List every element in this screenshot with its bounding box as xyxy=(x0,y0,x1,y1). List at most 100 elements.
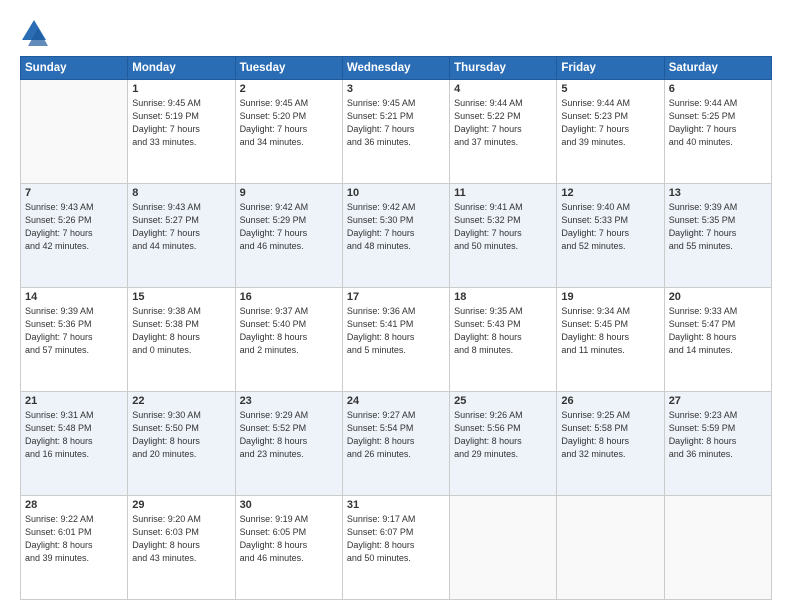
day-info: Sunrise: 9:20 AM Sunset: 6:03 PM Dayligh… xyxy=(132,513,230,565)
day-info: Sunrise: 9:45 AM Sunset: 5:20 PM Dayligh… xyxy=(240,97,338,149)
header-day-monday: Monday xyxy=(128,57,235,80)
day-number: 24 xyxy=(347,395,445,407)
header-day-tuesday: Tuesday xyxy=(235,57,342,80)
day-info: Sunrise: 9:22 AM Sunset: 6:01 PM Dayligh… xyxy=(25,513,123,565)
day-number: 2 xyxy=(240,83,338,95)
calendar-cell: 2 Sunrise: 9:45 AM Sunset: 5:20 PM Daylig… xyxy=(235,80,342,184)
day-info: Sunrise: 9:42 AM Sunset: 5:29 PM Dayligh… xyxy=(240,201,338,253)
calendar-cell: 25 Sunrise: 9:26 AM Sunset: 5:56 PM Dayli… xyxy=(450,392,557,496)
day-number: 28 xyxy=(25,499,123,511)
header-day-sunday: Sunday xyxy=(21,57,128,80)
day-number: 15 xyxy=(132,291,230,303)
calendar-cell xyxy=(21,80,128,184)
day-number: 9 xyxy=(240,187,338,199)
week-row-3: 21 Sunrise: 9:31 AM Sunset: 5:48 PM Dayli… xyxy=(21,392,772,496)
day-info: Sunrise: 9:45 AM Sunset: 5:21 PM Dayligh… xyxy=(347,97,445,149)
day-info: Sunrise: 9:38 AM Sunset: 5:38 PM Dayligh… xyxy=(132,305,230,357)
day-number: 18 xyxy=(454,291,552,303)
calendar-cell: 8Sunrise: 9:43 AM Sunset: 5:27 PM Daylig… xyxy=(128,184,235,288)
day-number: 1 xyxy=(132,83,230,95)
day-info: Sunrise: 9:44 AM Sunset: 5:25 PM Dayligh… xyxy=(669,97,767,149)
calendar-cell: 24 Sunrise: 9:27 AM Sunset: 5:54 PM Dayli… xyxy=(342,392,449,496)
day-info: Sunrise: 9:39 AM Sunset: 5:36 PM Dayligh… xyxy=(25,305,123,357)
day-number: 10 xyxy=(347,187,445,199)
header xyxy=(20,18,772,46)
day-info: Sunrise: 9:44 AM Sunset: 5:22 PM Dayligh… xyxy=(454,97,552,149)
calendar-cell: 3 Sunrise: 9:45 AM Sunset: 5:21 PM Daylig… xyxy=(342,80,449,184)
calendar-cell: 5Sunrise: 9:44 AM Sunset: 5:23 PM Daylig… xyxy=(557,80,664,184)
day-number: 21 xyxy=(25,395,123,407)
day-number: 20 xyxy=(669,291,767,303)
day-number: 23 xyxy=(240,395,338,407)
day-info: Sunrise: 9:33 AM Sunset: 5:47 PM Dayligh… xyxy=(669,305,767,357)
header-day-friday: Friday xyxy=(557,57,664,80)
calendar-cell: 18 Sunrise: 9:35 AM Sunset: 5:43 PM Dayli… xyxy=(450,288,557,392)
day-info: Sunrise: 9:19 AM Sunset: 6:05 PM Dayligh… xyxy=(240,513,338,565)
calendar-cell: 15 Sunrise: 9:38 AM Sunset: 5:38 PM Dayli… xyxy=(128,288,235,392)
day-number: 22 xyxy=(132,395,230,407)
week-row-0: 1 Sunrise: 9:45 AM Sunset: 5:19 PM Daylig… xyxy=(21,80,772,184)
day-number: 5 xyxy=(561,83,659,95)
calendar-cell: 13 Sunrise: 9:39 AM Sunset: 5:35 PM Dayli… xyxy=(664,184,771,288)
week-row-2: 14Sunrise: 9:39 AM Sunset: 5:36 PM Dayli… xyxy=(21,288,772,392)
day-info: Sunrise: 9:41 AM Sunset: 5:32 PM Dayligh… xyxy=(454,201,552,253)
calendar-cell: 19 Sunrise: 9:34 AM Sunset: 5:45 PM Dayli… xyxy=(557,288,664,392)
page: SundayMondayTuesdayWednesdayThursdayFrid… xyxy=(0,0,792,612)
calendar-cell: 11Sunrise: 9:41 AM Sunset: 5:32 PM Dayli… xyxy=(450,184,557,288)
day-info: Sunrise: 9:45 AM Sunset: 5:19 PM Dayligh… xyxy=(132,97,230,149)
day-number: 4 xyxy=(454,83,552,95)
day-number: 6 xyxy=(669,83,767,95)
day-info: Sunrise: 9:31 AM Sunset: 5:48 PM Dayligh… xyxy=(25,409,123,461)
day-number: 30 xyxy=(240,499,338,511)
calendar-cell: 27 Sunrise: 9:23 AM Sunset: 5:59 PM Dayli… xyxy=(664,392,771,496)
week-row-1: 7Sunrise: 9:43 AM Sunset: 5:26 PM Daylig… xyxy=(21,184,772,288)
calendar-cell: 29Sunrise: 9:20 AM Sunset: 6:03 PM Dayli… xyxy=(128,496,235,600)
day-number: 19 xyxy=(561,291,659,303)
day-info: Sunrise: 9:37 AM Sunset: 5:40 PM Dayligh… xyxy=(240,305,338,357)
day-info: Sunrise: 9:23 AM Sunset: 5:59 PM Dayligh… xyxy=(669,409,767,461)
day-info: Sunrise: 9:43 AM Sunset: 5:26 PM Dayligh… xyxy=(25,201,123,253)
day-info: Sunrise: 9:34 AM Sunset: 5:45 PM Dayligh… xyxy=(561,305,659,357)
calendar-cell: 6 Sunrise: 9:44 AM Sunset: 5:25 PM Daylig… xyxy=(664,80,771,184)
calendar-cell: 4 Sunrise: 9:44 AM Sunset: 5:22 PM Daylig… xyxy=(450,80,557,184)
calendar-cell: 31 Sunrise: 9:17 AM Sunset: 6:07 PM Dayli… xyxy=(342,496,449,600)
calendar-cell xyxy=(664,496,771,600)
calendar-cell xyxy=(450,496,557,600)
week-row-4: 28 Sunrise: 9:22 AM Sunset: 6:01 PM Dayli… xyxy=(21,496,772,600)
day-number: 13 xyxy=(669,187,767,199)
day-number: 16 xyxy=(240,291,338,303)
day-info: Sunrise: 9:29 AM Sunset: 5:52 PM Dayligh… xyxy=(240,409,338,461)
calendar-cell: 12Sunrise: 9:40 AM Sunset: 5:33 PM Dayli… xyxy=(557,184,664,288)
calendar-cell: 23 Sunrise: 9:29 AM Sunset: 5:52 PM Dayli… xyxy=(235,392,342,496)
calendar-cell: 22 Sunrise: 9:30 AM Sunset: 5:50 PM Dayli… xyxy=(128,392,235,496)
day-number: 26 xyxy=(561,395,659,407)
day-info: Sunrise: 9:39 AM Sunset: 5:35 PM Dayligh… xyxy=(669,201,767,253)
header-row: SundayMondayTuesdayWednesdayThursdayFrid… xyxy=(21,57,772,80)
day-number: 25 xyxy=(454,395,552,407)
day-info: Sunrise: 9:27 AM Sunset: 5:54 PM Dayligh… xyxy=(347,409,445,461)
logo xyxy=(20,18,52,46)
day-number: 31 xyxy=(347,499,445,511)
header-day-thursday: Thursday xyxy=(450,57,557,80)
day-info: Sunrise: 9:43 AM Sunset: 5:27 PM Dayligh… xyxy=(132,201,230,253)
day-info: Sunrise: 9:40 AM Sunset: 5:33 PM Dayligh… xyxy=(561,201,659,253)
day-number: 27 xyxy=(669,395,767,407)
day-info: Sunrise: 9:35 AM Sunset: 5:43 PM Dayligh… xyxy=(454,305,552,357)
calendar-cell: 17Sunrise: 9:36 AM Sunset: 5:41 PM Dayli… xyxy=(342,288,449,392)
day-info: Sunrise: 9:25 AM Sunset: 5:58 PM Dayligh… xyxy=(561,409,659,461)
day-info: Sunrise: 9:17 AM Sunset: 6:07 PM Dayligh… xyxy=(347,513,445,565)
calendar-cell: 20 Sunrise: 9:33 AM Sunset: 5:47 PM Dayli… xyxy=(664,288,771,392)
calendar-cell: 7Sunrise: 9:43 AM Sunset: 5:26 PM Daylig… xyxy=(21,184,128,288)
calendar-cell: 26 Sunrise: 9:25 AM Sunset: 5:58 PM Dayli… xyxy=(557,392,664,496)
calendar-cell: 30 Sunrise: 9:19 AM Sunset: 6:05 PM Dayli… xyxy=(235,496,342,600)
calendar-cell xyxy=(557,496,664,600)
day-info: Sunrise: 9:26 AM Sunset: 5:56 PM Dayligh… xyxy=(454,409,552,461)
logo-icon xyxy=(20,18,48,46)
calendar-cell: 28 Sunrise: 9:22 AM Sunset: 6:01 PM Dayli… xyxy=(21,496,128,600)
day-info: Sunrise: 9:42 AM Sunset: 5:30 PM Dayligh… xyxy=(347,201,445,253)
calendar-table: SundayMondayTuesdayWednesdayThursdayFrid… xyxy=(20,56,772,600)
day-number: 17 xyxy=(347,291,445,303)
calendar-cell: 14Sunrise: 9:39 AM Sunset: 5:36 PM Dayli… xyxy=(21,288,128,392)
day-number: 3 xyxy=(347,83,445,95)
day-info: Sunrise: 9:30 AM Sunset: 5:50 PM Dayligh… xyxy=(132,409,230,461)
